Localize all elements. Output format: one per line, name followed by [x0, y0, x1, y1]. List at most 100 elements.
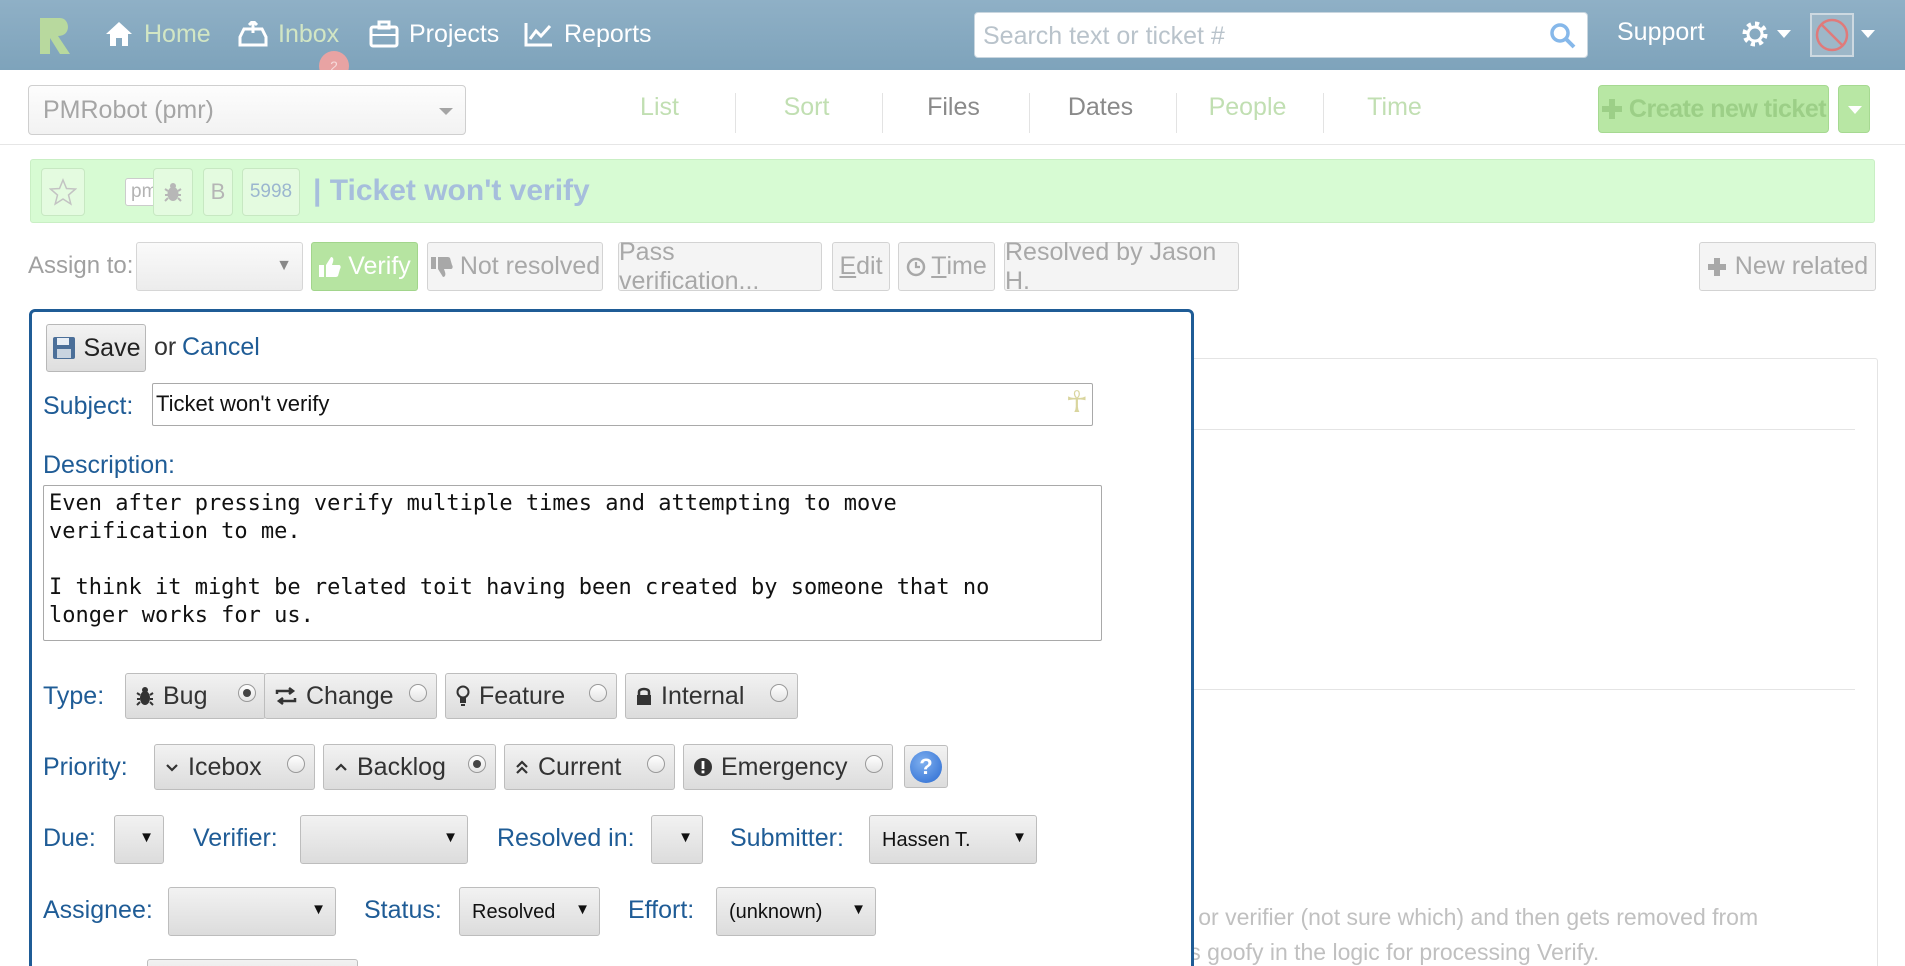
tab-files[interactable]: Files — [880, 93, 1027, 122]
plus-icon — [1601, 99, 1622, 119]
nav-projects-label: Projects — [409, 19, 500, 48]
not-resolved-button[interactable]: Not resolved — [427, 242, 603, 291]
edit-button[interactable]: Edit — [832, 242, 890, 291]
subject-label: Subject: — [43, 392, 134, 420]
tab-dates[interactable]: Dates — [1027, 93, 1174, 122]
star-icon — [49, 178, 77, 206]
effort-select[interactable]: (unknown) ▼ — [716, 887, 876, 936]
priority-backlog-radio[interactable] — [468, 755, 486, 773]
submitter-select[interactable]: Hassen T. ▼ — [869, 815, 1037, 864]
tab-sort[interactable]: Sort — [733, 93, 880, 122]
priority-icebox-option[interactable]: Icebox — [154, 744, 315, 790]
type-change-option[interactable]: Change — [264, 673, 437, 719]
time-hotkey-letter: T — [931, 252, 947, 280]
inbox-icon — [238, 21, 268, 47]
line-chart-icon — [524, 23, 552, 47]
user-menu-caret-icon[interactable] — [1861, 30, 1875, 38]
chevron-down-icon — [1848, 106, 1862, 114]
priority-current-label: Current — [538, 752, 622, 781]
new-related-button[interactable]: New related — [1699, 242, 1876, 291]
resolved-by-status: Resolved by Jason H. — [1004, 238, 1239, 295]
top-navbar: Home Inbox 2 Projects Reports Support — [0, 0, 1905, 81]
status-select[interactable]: Resolved ▼ — [459, 887, 600, 936]
avatar[interactable] — [1810, 13, 1854, 57]
priority-current-option[interactable]: Current — [504, 744, 675, 790]
support-link[interactable]: Support — [1617, 18, 1705, 47]
gear-icon[interactable] — [1740, 19, 1770, 49]
type-feature-option[interactable]: Feature — [445, 673, 617, 719]
type-bug-radio[interactable] — [238, 684, 256, 702]
nav-inbox-label: Inbox — [278, 19, 340, 48]
time-button[interactable]: Time — [898, 242, 995, 291]
dropdown-arrow-icon — [439, 108, 453, 115]
help-icon: ? — [910, 750, 942, 783]
priority-letter: B — [210, 179, 226, 204]
priority-backlog-option[interactable]: Backlog — [323, 744, 496, 790]
priority-icebox-radio[interactable] — [287, 755, 305, 773]
assign-to-label: Assign to: — [28, 252, 134, 279]
ankh-icon: ☥ — [1065, 386, 1088, 419]
nav-reports[interactable]: Reports — [524, 18, 652, 50]
effort-value: (unknown) — [729, 901, 823, 923]
assign-to-select[interactable]: ▼ — [136, 242, 303, 291]
tab-time[interactable]: Time — [1321, 93, 1468, 122]
nav-projects[interactable]: Projects — [369, 18, 499, 50]
priority-current-radio[interactable] — [647, 755, 665, 773]
additional-select[interactable] — [147, 959, 358, 966]
cancel-link[interactable]: Cancel — [182, 333, 260, 362]
create-ticket-dropdown[interactable] — [1838, 85, 1870, 133]
search-input[interactable] — [983, 21, 1533, 51]
resolved-by-label: Resolved by Jason H. — [1005, 237, 1217, 295]
tab-list[interactable]: List — [586, 93, 733, 122]
create-ticket-button[interactable]: Create new ticket — [1598, 85, 1829, 133]
nav-home[interactable]: Home — [104, 18, 211, 50]
type-change-radio[interactable] — [409, 684, 427, 702]
dropdown-arrow-icon: ▼ — [139, 829, 154, 846]
or-text: or — [154, 333, 177, 361]
search-icon[interactable] — [1549, 22, 1577, 50]
search-box — [974, 12, 1588, 58]
assignee-label: Assignee: — [43, 896, 153, 924]
project-select[interactable]: PMRobot (pmr) — [28, 85, 466, 135]
tab-people[interactable]: People — [1174, 93, 1321, 122]
description-label: Description: — [43, 451, 175, 479]
floppy-disk-icon — [52, 337, 75, 359]
ticket-number-badge[interactable]: 5998 — [242, 168, 300, 216]
priority-help-button[interactable]: ? — [904, 745, 948, 788]
due-select[interactable]: ▼ — [114, 815, 164, 864]
priority-icebox-label: Icebox — [188, 752, 262, 781]
app-logo[interactable] — [36, 14, 76, 56]
subject-input[interactable] — [156, 391, 1056, 417]
type-feature-radio[interactable] — [589, 684, 607, 702]
edit-label: dit — [856, 252, 883, 280]
save-button[interactable]: Save — [46, 324, 146, 372]
type-feature-label: Feature — [479, 681, 566, 710]
double-chevron-up-icon — [516, 760, 528, 774]
not-resolved-label: Not resolved — [459, 252, 601, 280]
dropdown-arrow-icon: ▼ — [276, 257, 292, 274]
verify-button[interactable]: Verify — [311, 242, 418, 291]
edit-hotkey-letter: E — [839, 252, 857, 280]
divider — [1151, 429, 1855, 430]
assignee-select[interactable]: ▼ — [168, 887, 336, 936]
type-internal-label: Internal — [661, 681, 745, 710]
briefcase-icon — [369, 20, 399, 48]
clock-icon — [906, 257, 926, 276]
settings-caret-icon[interactable] — [1777, 30, 1791, 38]
nav-inbox[interactable]: Inbox — [238, 18, 339, 50]
pass-verification-button[interactable]: Pass verification... — [618, 238, 822, 295]
project-select-value: PMRobot (pmr) — [43, 96, 214, 124]
type-internal-radio[interactable] — [770, 684, 788, 702]
type-internal-option[interactable]: Internal — [625, 673, 798, 719]
favorite-button[interactable] — [41, 168, 85, 216]
verifier-select[interactable]: ▼ — [300, 815, 468, 864]
type-label: Type: — [43, 682, 105, 710]
chevron-up-icon — [335, 763, 347, 771]
type-change-label: Change — [306, 681, 394, 710]
thumbs-down-icon — [430, 256, 453, 277]
type-bug-option[interactable]: Bug — [125, 673, 266, 719]
priority-emergency-radio[interactable] — [865, 755, 883, 773]
priority-emergency-option[interactable]: Emergency — [683, 744, 893, 790]
description-textarea[interactable]: Even after pressing verify multiple time… — [43, 485, 1102, 641]
resolved-in-select[interactable]: ▼ — [651, 815, 703, 864]
